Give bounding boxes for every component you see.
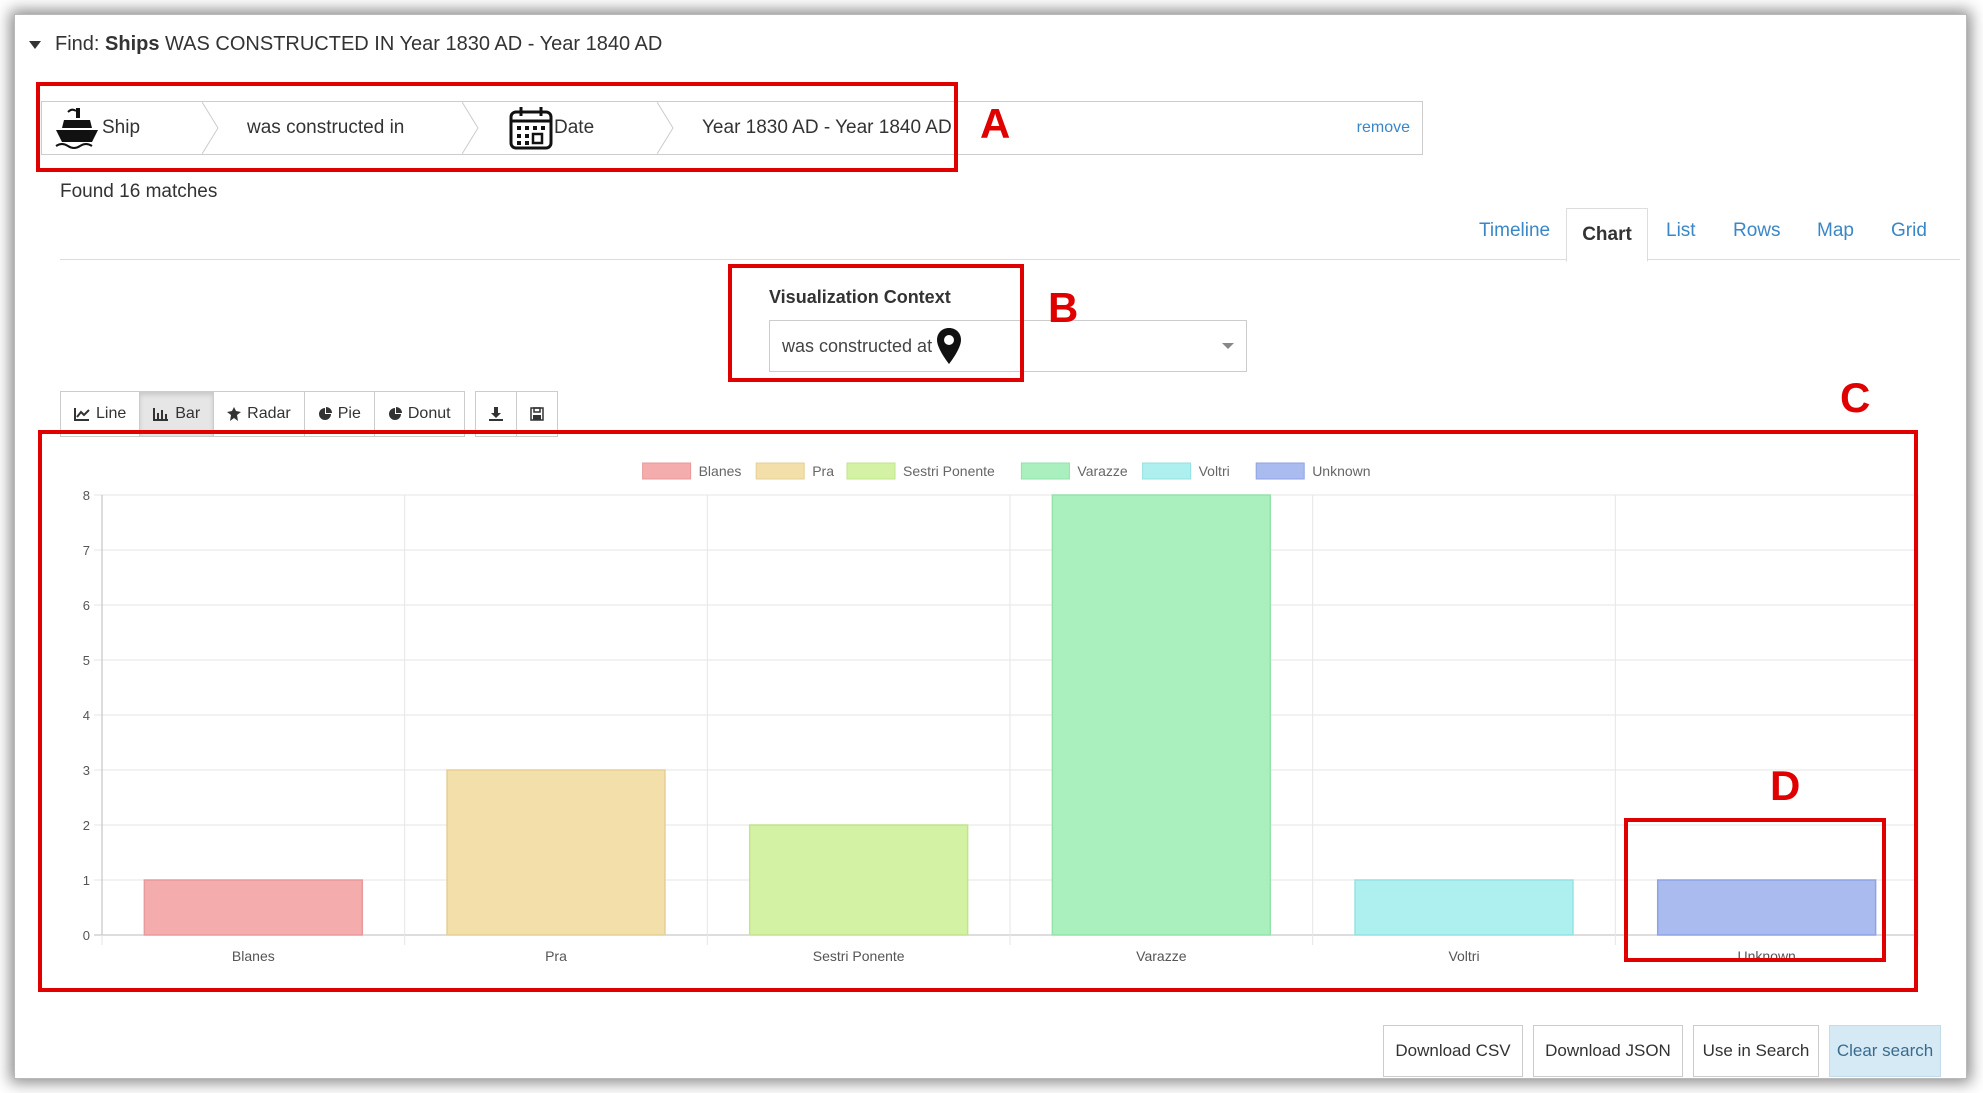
annotation-box-d <box>1624 818 1886 962</box>
download-csv-button[interactable]: Download CSV <box>1383 1025 1523 1077</box>
annotation-label-d: D <box>1770 762 1801 809</box>
clear-search-button[interactable]: Clear search <box>1829 1025 1941 1077</box>
tab-grid[interactable]: Grid <box>1891 220 1927 242</box>
annotation-box-a <box>36 82 958 172</box>
tab-map[interactable]: Map <box>1817 220 1854 242</box>
annotation-label-b: B <box>1048 284 1079 331</box>
download-json-button[interactable]: Download JSON <box>1533 1025 1683 1077</box>
chevron-down-icon <box>1222 343 1234 349</box>
find-prefix: Find: <box>55 33 100 55</box>
donut-chart-label: Donut <box>407 405 451 422</box>
bar-chart-label: Bar <box>175 405 201 422</box>
download-icon <box>488 407 503 421</box>
annotation-label-a: A <box>980 100 1011 147</box>
annotation-box-b <box>728 264 1024 382</box>
pie-icon <box>318 407 332 421</box>
remove-link[interactable]: remove <box>1357 102 1410 154</box>
line-chart-icon <box>74 407 90 421</box>
find-entity: Ships <box>105 33 160 55</box>
find-header[interactable]: Find: Ships WAS CONSTRUCTED IN Year 1830… <box>29 33 662 56</box>
radar-chart-label: Radar <box>247 405 291 422</box>
annotation-label-c: C <box>1840 374 1871 421</box>
bar-chart-icon <box>153 407 169 421</box>
match-count: Found 16 matches <box>60 181 218 202</box>
caret-down-icon[interactable] <box>29 40 41 49</box>
tab-chart[interactable]: Chart <box>1566 208 1648 262</box>
save-icon <box>529 407 544 421</box>
pie-chart-label: Pie <box>337 405 361 422</box>
tab-timeline[interactable]: Timeline <box>1479 220 1550 242</box>
radar-icon <box>227 407 242 421</box>
donut-icon <box>388 407 402 421</box>
tab-list[interactable]: List <box>1666 220 1696 242</box>
tab-rows[interactable]: Rows <box>1733 220 1781 242</box>
find-rest: WAS CONSTRUCTED IN Year 1830 AD - Year 1… <box>165 33 663 55</box>
tabs-divider <box>60 259 1960 260</box>
screenshot-frame: Find: Ships WAS CONSTRUCTED IN Year 1830… <box>0 0 1983 1093</box>
line-chart-label: Line <box>96 405 127 422</box>
use-in-search-button[interactable]: Use in Search <box>1693 1025 1819 1077</box>
